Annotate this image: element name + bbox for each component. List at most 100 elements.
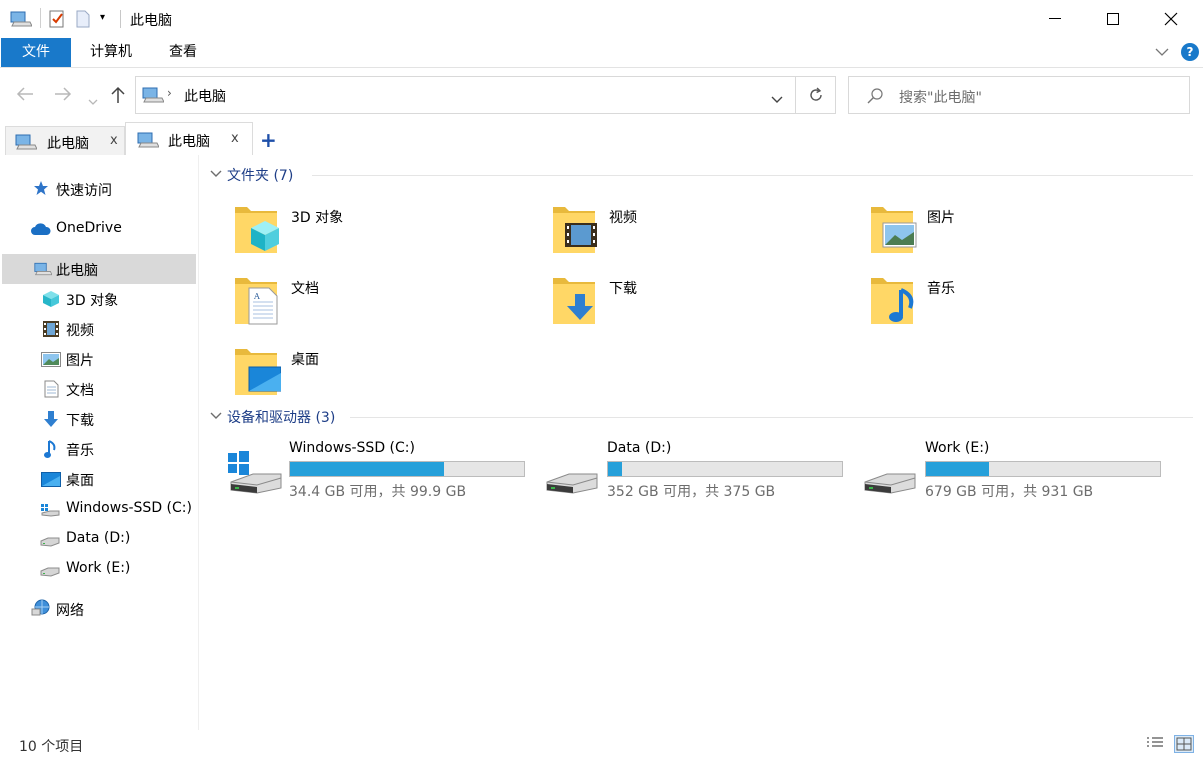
tab-strip: 此电脑 x 此电脑 x + (0, 122, 1203, 155)
3d-objects-folder-icon (233, 199, 281, 259)
ribbon-tabs: 文件 计算机 查看 ? (0, 38, 1203, 68)
title-bar: ▾ 此电脑 (0, 0, 1203, 38)
sidebar-item-label: 桌面 (66, 473, 94, 489)
sidebar-item-downloads[interactable]: 下载 (0, 404, 196, 434)
explorer-tab-active[interactable]: 此电脑 x (125, 122, 253, 155)
collapse-chevron-icon[interactable] (210, 167, 222, 183)
folder-item[interactable]: A 文档 (233, 270, 533, 332)
new-tab-button[interactable]: + (260, 128, 277, 152)
download-arrow-icon (42, 410, 60, 432)
folder-item[interactable]: 桌面 (233, 341, 533, 403)
drive-item[interactable]: Work (E:) 679 GB 可用，共 931 GB (863, 438, 1173, 500)
sidebar-item-drive-c[interactable]: Windows-SSD (C:) (0, 494, 196, 524)
sidebar-item-network[interactable]: 网络 (0, 594, 196, 624)
folder-name: 文档 (291, 281, 319, 297)
new-folder-icon[interactable] (76, 10, 90, 32)
item-count: 10 个项目 (19, 739, 84, 755)
drive-item[interactable]: Windows-SSD (C:) 34.4 GB 可用，共 99.9 GB (227, 438, 537, 500)
desktop-folder-icon (233, 341, 282, 401)
sidebar-item-videos[interactable]: 视频 (0, 314, 196, 344)
folder-item[interactable]: 音乐 (869, 270, 1169, 332)
back-arrow-icon[interactable] (16, 85, 34, 106)
search-box[interactable]: 搜索"此电脑" (848, 76, 1190, 114)
sidebar-item-label: Work (E:) (66, 560, 131, 576)
group-title: 设备和驱动器 (3) (227, 410, 336, 426)
picture-icon (41, 352, 61, 371)
computer-icon[interactable] (10, 11, 33, 31)
drive-name: Data (D:) (607, 440, 672, 456)
customize-qat-icon[interactable]: ▾ (100, 12, 105, 23)
refresh-button[interactable] (796, 76, 836, 114)
drive-usage-fill (608, 462, 623, 476)
folder-item[interactable]: 3D 对象 (233, 199, 533, 261)
tab-file[interactable]: 文件 (1, 38, 71, 67)
close-tab-icon[interactable]: x (110, 133, 118, 148)
drive-space: 352 GB 可用，共 375 GB (607, 484, 776, 500)
sidebar-item-pictures[interactable]: 图片 (0, 344, 196, 374)
details-view-icon[interactable] (1146, 736, 1166, 754)
sidebar-item-3d-objects[interactable]: 3D 对象 (0, 284, 196, 314)
drive-usage-fill (926, 462, 990, 476)
sidebar-item-desktop[interactable]: 桌面 (0, 464, 196, 494)
folder-name: 视频 (609, 210, 637, 226)
recent-locations-icon[interactable] (88, 90, 98, 111)
expand-ribbon-icon[interactable] (1155, 45, 1169, 61)
sidebar-item-onedrive[interactable]: OneDrive (0, 214, 196, 244)
windows-drive-icon (227, 448, 283, 498)
3d-cube-icon (42, 290, 60, 312)
group-header-devices[interactable]: 设备和驱动器 (3) (208, 406, 1193, 430)
tab-view[interactable]: 查看 (154, 38, 212, 67)
close-tab-icon[interactable]: x (231, 131, 239, 146)
sidebar-item-drive-e[interactable]: Work (E:) (0, 554, 196, 584)
desktop-icon (41, 472, 61, 491)
address-dropdown-icon[interactable] (771, 92, 783, 108)
minimize-button[interactable] (1026, 0, 1084, 38)
folder-item[interactable]: 下载 (551, 270, 851, 332)
group-header-folders[interactable]: 文件夹 (7) (208, 164, 1193, 188)
forward-arrow-icon[interactable] (54, 85, 72, 106)
file-explorer-window: ▾ 此电脑 文件 计算机 查看 ? › 此电脑 搜索"此电脑" 此电脑 x 此电… (0, 0, 1203, 761)
close-button[interactable] (1142, 0, 1200, 38)
svg-text:A: A (253, 292, 260, 301)
maximize-button[interactable] (1084, 0, 1142, 38)
search-input[interactable]: 搜索"此电脑" (899, 87, 982, 107)
folder-item[interactable]: 视频 (551, 199, 851, 261)
windows-drive-icon (40, 503, 60, 521)
drive-item[interactable]: Data (D:) 352 GB 可用，共 375 GB (545, 438, 855, 500)
folder-name: 图片 (927, 210, 955, 226)
sidebar-item-label: 音乐 (66, 443, 94, 459)
sidebar-item-this-pc[interactable]: 此电脑 (2, 254, 196, 284)
up-arrow-icon[interactable] (111, 86, 125, 109)
breadcrumb-chevron-icon[interactable]: › (167, 86, 172, 100)
tab-computer[interactable]: 计算机 (80, 38, 142, 67)
drive-name: Work (E:) (925, 440, 990, 456)
tab-label: 此电脑 (168, 134, 210, 150)
sidebar-item-quick-access[interactable]: 快速访问 (0, 174, 196, 204)
computer-icon (137, 132, 160, 152)
sidebar-item-label: 图片 (66, 353, 94, 369)
folder-name: 下载 (609, 281, 637, 297)
sidebar-item-label: Data (D:) (66, 530, 131, 546)
address-bar[interactable]: › 此电脑 (135, 76, 796, 114)
documents-folder-icon: A (233, 270, 281, 330)
collapse-chevron-icon[interactable] (210, 409, 222, 425)
sidebar-item-label: 文档 (66, 383, 94, 399)
drive-space: 34.4 GB 可用，共 99.9 GB (289, 484, 467, 500)
videos-folder-icon (551, 199, 599, 259)
properties-icon[interactable] (48, 9, 66, 33)
sidebar-item-documents[interactable]: 文档 (0, 374, 196, 404)
folder-item[interactable]: 图片 (869, 199, 1169, 261)
drive-usage-fill (290, 462, 444, 476)
sidebar-item-drive-d[interactable]: Data (D:) (0, 524, 196, 554)
computer-icon (34, 262, 53, 280)
sidebar-item-label: 此电脑 (56, 263, 98, 279)
sidebar-item-music[interactable]: 音乐 (0, 434, 196, 464)
explorer-tab[interactable]: 此电脑 x (5, 126, 125, 155)
folder-name: 3D 对象 (291, 210, 344, 226)
breadcrumb[interactable]: 此电脑 (184, 86, 226, 106)
computer-icon (142, 87, 165, 107)
help-icon[interactable]: ? (1181, 43, 1199, 61)
document-icon (44, 380, 59, 402)
large-icons-view-icon[interactable] (1174, 735, 1194, 753)
cloud-icon (30, 223, 52, 240)
